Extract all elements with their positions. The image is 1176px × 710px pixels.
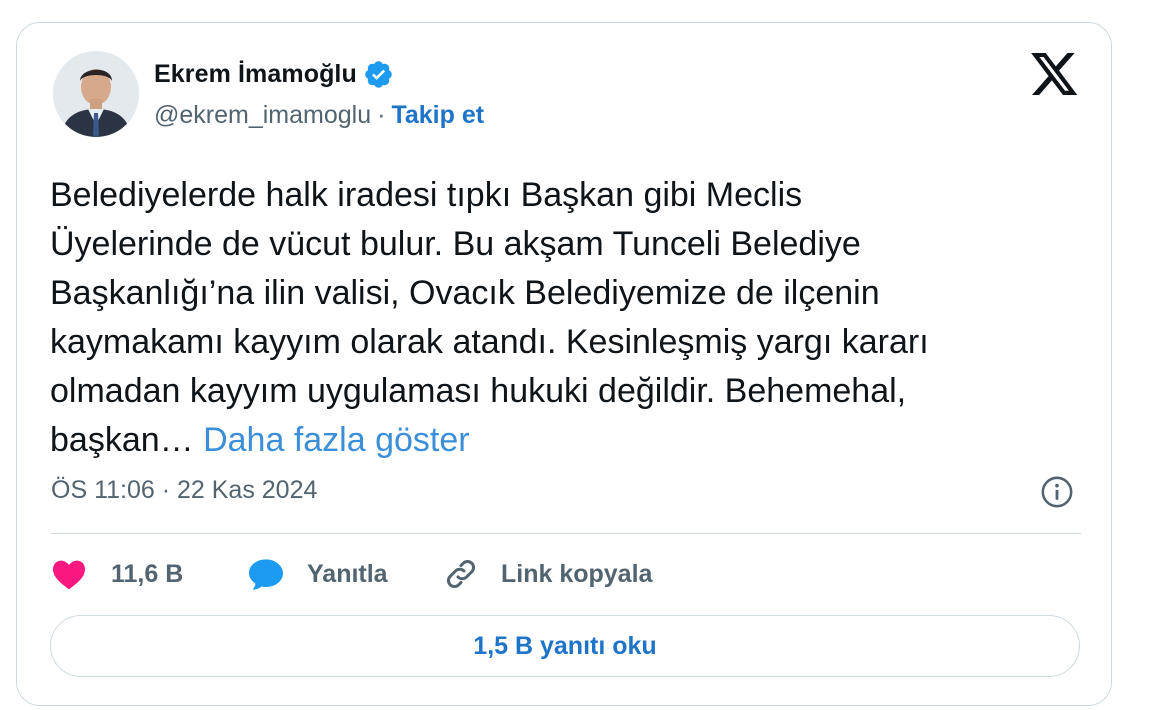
avatar[interactable] xyxy=(53,51,139,137)
action-bar: 11,6 B Yanıtla Link kopyala xyxy=(51,553,1081,595)
avatar-image xyxy=(53,51,139,137)
verified-badge-icon xyxy=(365,60,392,88)
like-button[interactable]: 11,6 B xyxy=(51,553,183,595)
link-icon xyxy=(447,560,475,588)
divider xyxy=(51,533,1081,534)
heart-icon xyxy=(53,560,85,590)
show-more-link[interactable]: Daha fazla göster xyxy=(203,421,470,459)
reply-label: Yanıtla xyxy=(307,559,388,588)
like-count: 11,6 B xyxy=(111,559,184,588)
follow-button[interactable]: Takip et xyxy=(391,101,484,130)
copy-link-button[interactable]: Link kopyala xyxy=(443,553,652,595)
tweet-body: Belediyelerde halk iradesi tıpkı Başkan … xyxy=(50,176,929,459)
author-handle-row: @ekrem_imamoglu · Takip et xyxy=(154,101,484,130)
speech-bubble-icon xyxy=(249,559,283,590)
author-display-name[interactable]: Ekrem İmamoğlu xyxy=(154,60,357,89)
read-replies-button[interactable]: 1,5 B yanıtı oku xyxy=(50,615,1080,677)
tweet-text: Belediyelerde halk iradesi tıpkı Başkan … xyxy=(50,171,1080,465)
copy-link-label: Link kopyala xyxy=(501,559,653,588)
reply-button[interactable]: Yanıtla xyxy=(247,553,388,595)
info-icon[interactable] xyxy=(1040,475,1074,509)
author-name-row: Ekrem İmamoğlu xyxy=(154,57,394,91)
x-logo-icon[interactable] xyxy=(1031,53,1079,97)
read-replies-label: 1,5 B yanıtı oku xyxy=(473,631,657,660)
tweet-card: Ekrem İmamoğlu @ekrem_imamoglu · Takip e… xyxy=(16,22,1112,706)
separator-dot: · xyxy=(377,101,386,129)
tweet-timestamp[interactable]: ÖS 11:06 · 22 Kas 2024 xyxy=(51,476,317,505)
author-handle[interactable]: @ekrem_imamoglu xyxy=(154,101,371,130)
